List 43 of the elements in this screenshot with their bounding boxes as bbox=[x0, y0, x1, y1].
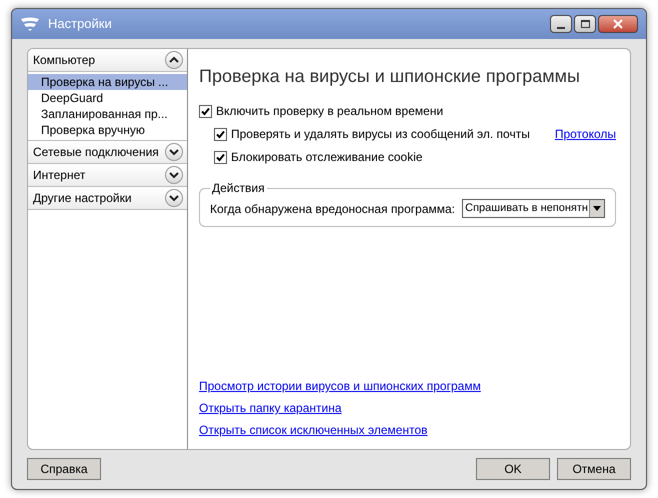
logo-icon bbox=[20, 17, 40, 31]
maximize-button[interactable] bbox=[574, 15, 596, 33]
expand-button[interactable] bbox=[165, 166, 183, 184]
expand-button[interactable] bbox=[165, 189, 183, 207]
chevron-up-icon bbox=[169, 56, 179, 64]
sidebar-section-header[interactable]: Интернет bbox=[28, 164, 187, 187]
sidebar-section-header[interactable]: Другие настройки bbox=[28, 187, 187, 210]
page-heading: Проверка на вирусы и шпионские программы bbox=[199, 65, 581, 88]
chevron-down-icon bbox=[169, 171, 179, 179]
sidebar-section-header[interactable]: Компьютер bbox=[28, 49, 187, 72]
checkbox[interactable] bbox=[214, 128, 227, 140]
sidebar-item[interactable]: Запланированная пр... bbox=[28, 106, 187, 122]
sidebar-section-header[interactable]: Сетевые подключения bbox=[28, 141, 187, 164]
minimize-button[interactable] bbox=[550, 15, 572, 33]
chevron-down-icon bbox=[169, 148, 179, 156]
help-button[interactable]: Справка bbox=[27, 458, 101, 480]
checkbox[interactable] bbox=[199, 104, 212, 118]
action-link[interactable]: Открыть папку карантина bbox=[199, 399, 342, 417]
collapse-button[interactable] bbox=[165, 51, 183, 69]
action-link[interactable]: Просмотр истории вирусов и шпионских программ bbox=[199, 377, 481, 395]
sidebar-item[interactable]: DeepGuard bbox=[28, 90, 187, 106]
section-title: Другие настройки bbox=[33, 190, 132, 207]
ok-button[interactable]: OK bbox=[476, 458, 550, 480]
sidebar-item[interactable]: Проверка вручную bbox=[28, 122, 187, 138]
window-title: Настройки bbox=[48, 15, 113, 34]
option-label: Проверять и удалять вирусы из сообщений эл. почты bbox=[231, 126, 531, 143]
cancel-button[interactable]: Отмена bbox=[557, 458, 631, 480]
group-title: Действия bbox=[211, 180, 266, 197]
action-label: Когда обнаружена вредоносная программа: bbox=[210, 200, 456, 218]
section-title: Интернет bbox=[33, 167, 86, 184]
close-button[interactable] bbox=[598, 15, 638, 33]
chevron-down-icon bbox=[169, 194, 179, 202]
checkbox[interactable] bbox=[214, 150, 227, 164]
section-title: Сетевые подключения bbox=[33, 144, 159, 161]
action-dropdown[interactable]: Спрашивать в непонятн bbox=[462, 199, 605, 218]
option-label: Блокировать отслеживание cookie bbox=[231, 149, 424, 166]
action-link[interactable]: Открыть список исключенных элементов bbox=[199, 421, 428, 439]
expand-button[interactable] bbox=[165, 143, 183, 161]
section-title: Компьютер bbox=[33, 52, 96, 69]
protocols-link[interactable]: Протоколы bbox=[554, 125, 616, 143]
option-label: Включить проверку в реальном времени bbox=[216, 103, 444, 120]
close-icon bbox=[613, 19, 623, 29]
sidebar-item[interactable]: Проверка на вирусы ... bbox=[28, 74, 187, 90]
